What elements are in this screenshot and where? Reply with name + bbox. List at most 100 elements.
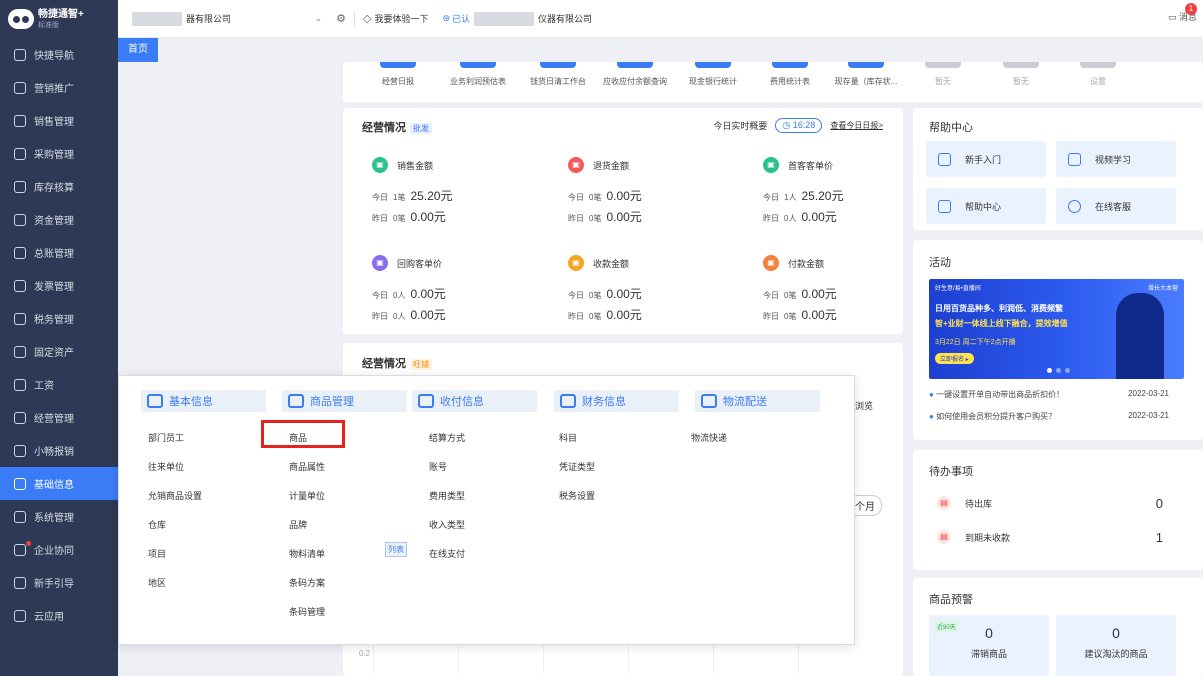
- help-video-button[interactable]: 视频学习: [1056, 141, 1176, 177]
- yesterday-count: 0人: [784, 214, 797, 223]
- sidebar-item[interactable]: 快捷导航: [0, 38, 118, 71]
- sidebar-item[interactable]: 发票管理: [0, 269, 118, 302]
- menu-item[interactable]: 计量单位: [289, 489, 325, 502]
- today-label: 今日: [763, 291, 779, 300]
- quick-entry[interactable]: 设置: [1063, 62, 1133, 87]
- headset-icon: [1068, 199, 1081, 213]
- menu-item[interactable]: 地区: [148, 576, 166, 589]
- menu-item[interactable]: 物料清单: [289, 547, 325, 560]
- message-button[interactable]: ▭ 消息 1: [1168, 3, 1197, 23]
- sidebar-item[interactable]: 工资: [0, 368, 118, 401]
- owl-logo-icon: [8, 9, 34, 29]
- quick-entry[interactable]: 业务利润预估表: [443, 62, 513, 87]
- sidebar-item[interactable]: 销售管理: [0, 104, 118, 137]
- menu-item[interactable]: 税务设置: [559, 489, 595, 502]
- menu-item[interactable]: 凭证类型: [559, 460, 595, 473]
- menu-item[interactable]: 仓库: [148, 518, 166, 531]
- quick-entry-icon: [617, 62, 653, 68]
- quick-entry[interactable]: 现存量（库存状...: [831, 62, 901, 87]
- certified-icon: ⊛: [442, 13, 451, 23]
- sidebar-item[interactable]: 小畅报销: [0, 434, 118, 467]
- settings-icon[interactable]: ⚙: [336, 12, 346, 25]
- sidebar-item[interactable]: 总账管理: [0, 236, 118, 269]
- yesterday-label: 昨日: [763, 214, 779, 223]
- sidebar-item[interactable]: 固定资产: [0, 335, 118, 368]
- sidebar-item-label: 经营管理: [34, 414, 74, 425]
- quick-entry[interactable]: 暂无: [908, 62, 978, 87]
- sidebar-item[interactable]: 系统管理: [0, 500, 118, 533]
- app-logo[interactable]: 畅捷通智+ 标准版: [0, 0, 118, 38]
- menu-item[interactable]: 结算方式: [429, 431, 465, 444]
- todo-label: 到期未收款: [965, 532, 1011, 543]
- menu-item[interactable]: 在线支付: [429, 547, 465, 560]
- menu-item[interactable]: 账号: [429, 460, 447, 473]
- menu-column-header: 商品管理: [282, 390, 407, 412]
- menu-item[interactable]: 允销商品设置: [148, 489, 202, 502]
- menu-item[interactable]: 商品属性: [289, 460, 325, 473]
- list-tag[interactable]: 列表: [385, 542, 407, 557]
- sidebar-item[interactable]: 库存核算: [0, 170, 118, 203]
- stat-header: ▣ 回购客单价: [372, 255, 552, 271]
- menu-item[interactable]: 项目: [148, 547, 166, 560]
- help-newbie-button[interactable]: 新手入门: [926, 141, 1046, 177]
- todo-title: 待办事项: [929, 466, 973, 478]
- quick-entry[interactable]: 经营日报: [363, 62, 433, 87]
- sidebar-item[interactable]: 资金管理: [0, 203, 118, 236]
- menu-item[interactable]: 费用类型: [429, 489, 465, 502]
- menu-item[interactable]: 条码管理: [289, 605, 325, 618]
- quick-entry[interactable]: 现金银行统计: [678, 62, 748, 87]
- tab-home[interactable]: 首页: [118, 38, 158, 62]
- banner-right: 增长大本营: [1147, 286, 1178, 292]
- quick-entry[interactable]: 应收应付余额查询: [600, 62, 670, 87]
- axis-tick: 0.2: [359, 649, 371, 658]
- menu-item[interactable]: 科目: [559, 431, 577, 444]
- realtime-row: 今日实时概要 ◷ 16:28 查看今日日报>: [713, 118, 883, 133]
- today-count: 0笔: [589, 291, 602, 300]
- banner-signup-button[interactable]: 立即报名 ▸: [935, 353, 974, 364]
- news-item[interactable]: ● 一键设置开单自动带出商品折扣价！ 2022-03-21: [929, 389, 1169, 400]
- warning-card[interactable]: 0 建议淘汰的商品: [1056, 615, 1176, 676]
- sidebar-item[interactable]: 云应用: [0, 599, 118, 632]
- today-value: 25.20元: [801, 189, 844, 203]
- sidebar-item[interactable]: 营销推广: [0, 71, 118, 104]
- menu-icon: [14, 444, 26, 457]
- quick-entry[interactable]: 费用统计表: [755, 62, 825, 87]
- sidebar-item[interactable]: 采购管理: [0, 137, 118, 170]
- realtime-label: 今日实时概要: [713, 121, 768, 131]
- quick-entry-label: 应收应付余额查询: [603, 77, 667, 86]
- menu-item[interactable]: 物流快递: [691, 431, 727, 444]
- sidebar-item[interactable]: 经营管理: [0, 401, 118, 434]
- sidebar-item[interactable]: 新手引导: [0, 566, 118, 599]
- todo-item[interactable]: ▤ 待出库 0: [929, 490, 1169, 516]
- menu-icon: [14, 147, 26, 160]
- todo-item[interactable]: ▤ 到期未收款 1: [929, 524, 1169, 550]
- today-label: 今日: [372, 291, 388, 300]
- menu-item[interactable]: 部门员工: [148, 431, 184, 444]
- sidebar-item[interactable]: 基础信息: [0, 467, 118, 500]
- help-center-button[interactable]: 帮助中心: [926, 188, 1046, 224]
- ops-title: 经营情况: [362, 122, 406, 134]
- menu-icon: [14, 411, 26, 424]
- help-service-button[interactable]: 在线客服: [1056, 188, 1176, 224]
- quick-entry[interactable]: 暂无: [986, 62, 1056, 87]
- sidebar-item[interactable]: 企业协同: [0, 533, 118, 566]
- warning-card[interactable]: 近90天 0 滞销商品: [929, 615, 1049, 676]
- company-selector[interactable]: 器有限公司 ⌄ ⚙: [124, 7, 346, 31]
- activity-banner[interactable]: 好生意/易•直播间 增长大本营 日用百货品种多、利润低、消费频繁 智+业财一体线…: [929, 279, 1184, 379]
- menu-item[interactable]: 条码方案: [289, 576, 325, 589]
- menu-column-title: 财务信息: [582, 396, 626, 408]
- ops2-tag[interactable]: 旺铺: [410, 359, 432, 370]
- yesterday-count: 0笔: [393, 214, 406, 223]
- menu-item[interactable]: 往来单位: [148, 460, 184, 473]
- menu-item[interactable]: 品牌: [289, 518, 307, 531]
- yesterday-count: 0笔: [589, 312, 602, 321]
- carousel-dots[interactable]: [1047, 368, 1070, 373]
- quick-entry[interactable]: 钱货日清工作台: [523, 62, 593, 87]
- try-link[interactable]: 我要体验一下: [374, 12, 428, 25]
- menu-item[interactable]: 收入类型: [429, 518, 465, 531]
- ops-tag[interactable]: 批发: [410, 123, 432, 134]
- yesterday-count: 0笔: [589, 214, 602, 223]
- news-item[interactable]: ● 如何使用会员积分提升客户购买？ 2022-03-21: [929, 411, 1169, 422]
- sidebar-item[interactable]: 税务管理: [0, 302, 118, 335]
- daily-report-link[interactable]: 查看今日日报>: [830, 120, 883, 131]
